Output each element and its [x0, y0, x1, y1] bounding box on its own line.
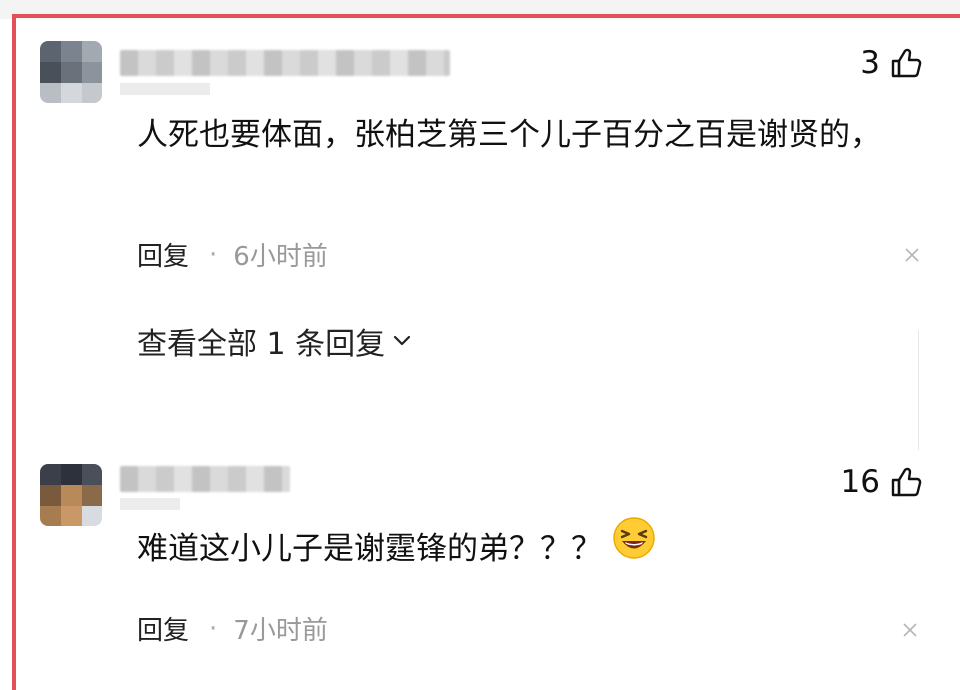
comment-item: 16 难道这小儿子是谢霆锋的弟？？？ — [16, 440, 960, 690]
like-area[interactable]: 3 — [860, 45, 922, 81]
comment-text: 难道这小儿子是谢霆锋的弟？？？ — [137, 517, 897, 581]
comment-meta: 回复 · 7小时前 — [137, 610, 328, 647]
like-area[interactable]: 16 — [841, 464, 922, 500]
user-info-blurred — [120, 498, 180, 510]
reply-button[interactable]: 回复 — [137, 236, 189, 273]
avatar[interactable] — [40, 464, 102, 526]
like-count: 16 — [840, 464, 880, 500]
comment-text-content: 难道这小儿子是谢霆锋的弟？？？ — [137, 531, 602, 567]
close-icon[interactable] — [904, 247, 920, 267]
meta-separator: · — [209, 613, 218, 644]
username-blurred[interactable] — [120, 50, 450, 76]
comment-text: 人死也要体面，张柏芝第三个儿子百分之百是谢贤的， — [137, 117, 881, 153]
like-count: 3 — [860, 45, 880, 81]
chevron-down-icon — [391, 324, 413, 359]
avatar[interactable] — [40, 41, 102, 103]
timestamp: 6小时前 — [233, 242, 328, 272]
comment-meta: 回复 · 6小时前 — [137, 236, 328, 273]
user-info-blurred — [120, 83, 210, 95]
meta-separator: · — [209, 239, 218, 270]
comment-item: 3 人死也要体面，张柏芝第三个儿子百分之百是谢贤的， 回复 · 6小时前 查看全… — [16, 19, 960, 419]
thumbs-up-icon[interactable] — [890, 47, 922, 79]
view-all-replies-button[interactable]: 查看全部 1 条回复 — [137, 319, 413, 363]
timestamp: 7小时前 — [233, 616, 328, 646]
username-blurred[interactable] — [120, 466, 290, 492]
highlight-border-top — [12, 14, 960, 18]
laughing-face-emoji-icon — [612, 516, 656, 577]
reply-button[interactable]: 回复 — [137, 610, 189, 647]
view-replies-label: 查看全部 1 条回复 — [137, 327, 386, 362]
close-icon[interactable] — [902, 622, 918, 642]
thumbs-up-icon[interactable] — [890, 466, 922, 498]
